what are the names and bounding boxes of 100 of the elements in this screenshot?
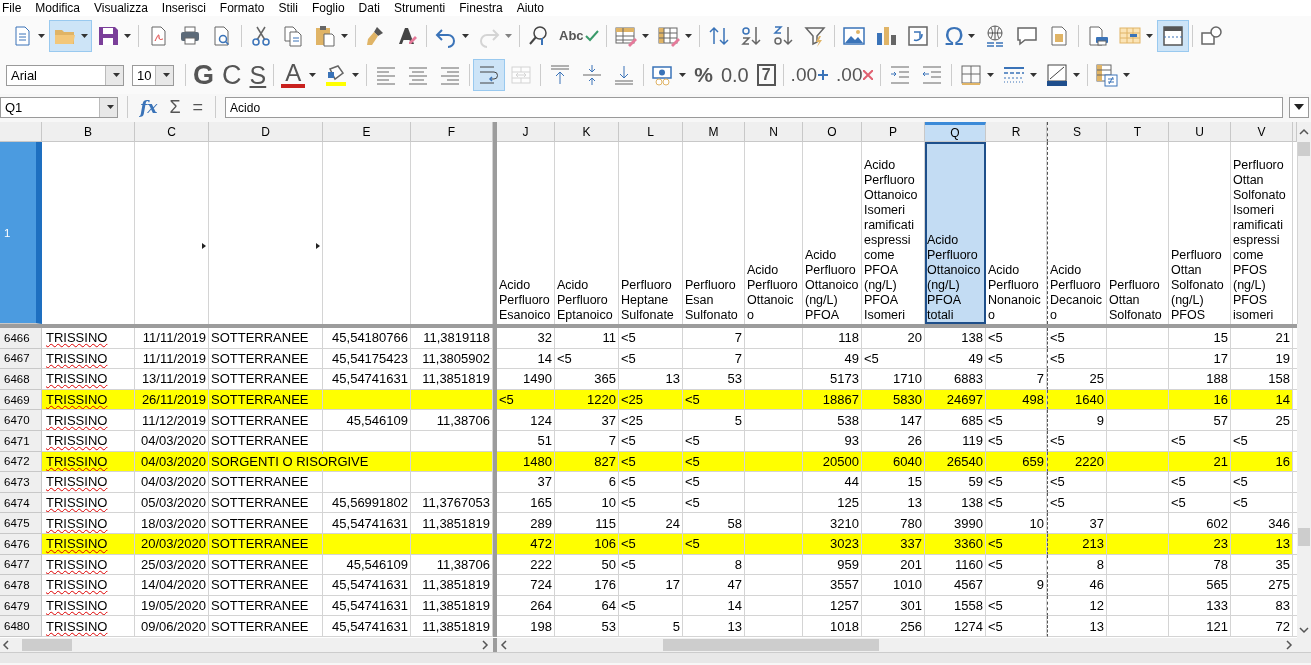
scrollbar-thumb[interactable]: [1298, 528, 1310, 546]
column-header[interactable]: M: [683, 122, 745, 142]
row-header[interactable]: 6471: [0, 430, 42, 452]
menu-item[interactable]: Stili: [274, 1, 308, 15]
formula-button[interactable]: =: [189, 96, 207, 118]
header-cell: Acido Perfluoro Ottanoico (ng/L) PFOA totali: [925, 142, 986, 324]
row-header[interactable]: 6472: [0, 451, 42, 473]
table-cell: 25: [1047, 369, 1107, 390]
menu-item[interactable]: Finestra: [455, 1, 513, 15]
table-cell: 301: [862, 595, 925, 617]
menu-item[interactable]: Modifica: [31, 1, 91, 15]
menu-item[interactable]: Visualizza: [90, 1, 158, 15]
row-header[interactable]: 6475: [0, 513, 42, 534]
column-header[interactable]: T: [1107, 122, 1169, 142]
font-color-button[interactable]: A: [277, 59, 321, 91]
scrollbar-thumb[interactable]: [663, 639, 879, 651]
sum-button[interactable]: Σ: [166, 96, 184, 118]
table-cell: 3210: [803, 513, 862, 534]
column-header[interactable]: D: [209, 122, 323, 142]
add-decimal-button[interactable]: .00: [786, 59, 833, 91]
row-header[interactable]: 6473: [0, 472, 42, 493]
borders-icon: [959, 63, 984, 87]
table-cell: <5: [1169, 472, 1231, 493]
column-header[interactable]: Q: [925, 122, 986, 142]
table-cell: 53: [555, 616, 619, 637]
table-cell: 289: [497, 513, 555, 534]
font-name-field[interactable]: Arial: [6, 64, 124, 86]
delete-decimal-button[interactable]: .00: [832, 59, 878, 91]
row-header[interactable]: 6476: [0, 533, 42, 555]
spellcheck-button[interactable]: Abc: [555, 20, 603, 52]
row-header[interactable]: 6474: [0, 492, 42, 514]
column-header[interactable]: R: [986, 122, 1047, 142]
table-cell: 158: [1231, 369, 1293, 390]
column-header[interactable]: L: [619, 122, 683, 142]
name-box[interactable]: Q1: [0, 96, 118, 118]
table-cell: SOTTERRANEE: [209, 533, 411, 555]
table-cell: SOTTERRANEE: [209, 472, 411, 493]
column-header[interactable]: O: [803, 122, 862, 142]
formula-input-field[interactable]: Acido: [225, 96, 1283, 118]
column-header[interactable]: C: [135, 122, 209, 142]
row-header[interactable]: 6480: [0, 616, 42, 637]
row-header[interactable]: 6468: [0, 369, 42, 390]
menu-item[interactable]: Aiuto: [512, 1, 554, 15]
vertical-scrollbar[interactable]: [1297, 122, 1311, 652]
column-header[interactable]: U: [1169, 122, 1231, 142]
column-header[interactable]: B: [42, 122, 135, 142]
percent-format-button[interactable]: %: [690, 59, 717, 91]
font-size-field[interactable]: 10: [132, 64, 174, 86]
column-header[interactable]: E: [323, 122, 411, 142]
menu-item[interactable]: Foglio: [307, 1, 355, 15]
wrap-text-button[interactable]: [473, 59, 506, 91]
scrollbar-thumb[interactable]: [1298, 142, 1310, 156]
column-header[interactable]: P: [862, 122, 925, 142]
row-header[interactable]: 6469: [0, 389, 42, 411]
table-cell: 1160: [925, 554, 986, 576]
table-cell: 47: [683, 575, 745, 596]
row-header[interactable]: 6467: [0, 348, 42, 370]
expand-formula-button[interactable]: [1289, 96, 1309, 118]
table-cell: SOTTERRANEE: [209, 616, 323, 637]
menu-item[interactable]: File: [0, 1, 32, 15]
number-format-button[interactable]: 0.0: [716, 59, 753, 91]
table-cell: TRISSINO: [42, 472, 135, 493]
row-header[interactable]: 6478: [0, 575, 42, 596]
row-header[interactable]: 6466: [0, 328, 42, 349]
menu-item[interactable]: Dati: [354, 1, 390, 15]
table-cell: SOTTERRANEE: [209, 328, 323, 349]
scrollbar-thumb[interactable]: [22, 639, 72, 651]
table-cell: 35: [1231, 554, 1293, 576]
row-header[interactable]: 6477: [0, 554, 42, 576]
table-cell: <5: [619, 472, 683, 493]
row-header[interactable]: 6479: [0, 595, 42, 617]
column-header[interactable]: S: [1047, 122, 1107, 142]
caret-icon: [1123, 73, 1131, 77]
table-cell: 25/03/2020: [135, 554, 209, 576]
column-header[interactable]: N: [745, 122, 803, 142]
menu-item[interactable]: Strumenti: [389, 1, 456, 15]
table-cell: 26/11/2019: [135, 389, 209, 411]
date-format-button[interactable]: 7: [752, 59, 780, 91]
table-cell: 337: [862, 533, 925, 555]
table-cell: 1640: [1047, 389, 1107, 411]
special-character-button[interactable]: Ω: [940, 20, 979, 52]
column-header[interactable]: K: [555, 122, 619, 142]
column-header[interactable]: V: [1231, 122, 1293, 142]
underline-button[interactable]: S: [245, 59, 271, 91]
table-cell: 09/06/2020: [135, 616, 209, 637]
table-cell: <5: [619, 328, 683, 349]
function-wizard-button[interactable]: fx: [137, 97, 161, 117]
table-cell: TRISSINO: [42, 575, 135, 596]
row-header[interactable]: 6470: [0, 410, 42, 431]
clipboard-icon: [313, 24, 337, 48]
table-cell: 498: [986, 389, 1047, 411]
table-cell: 78: [1169, 554, 1231, 576]
table-cell: SOTTERRANEE: [209, 513, 323, 534]
menu-item[interactable]: Formato: [215, 1, 275, 15]
bold-button[interactable]: G: [189, 59, 218, 91]
column-header[interactable]: J: [497, 122, 555, 142]
split-window-button[interactable]: [1157, 20, 1189, 52]
italic-button[interactable]: C: [218, 59, 246, 91]
menu-item[interactable]: Inserisci: [157, 1, 216, 15]
column-header[interactable]: F: [411, 122, 493, 142]
